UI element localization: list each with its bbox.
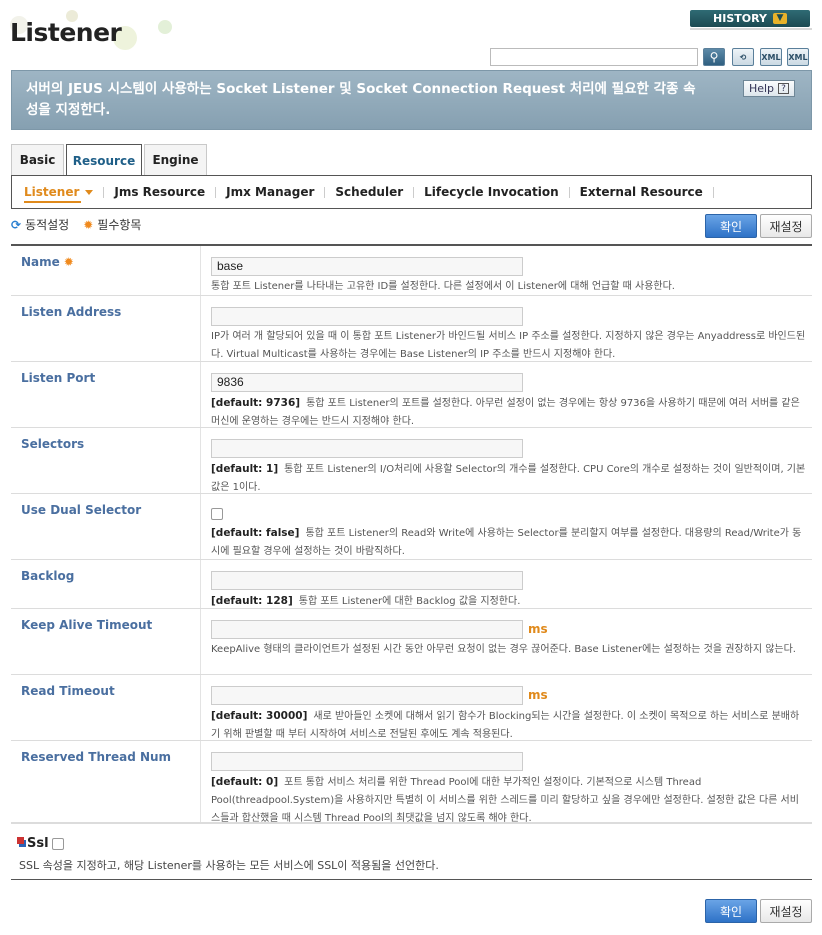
field-description: 통합 포트 Listener의 I/O처리에 사용할 Selector의 개수를… bbox=[211, 463, 806, 493]
required-icon: ✹ bbox=[63, 255, 74, 269]
field-row-selectors: Selectors [default: 1] 통합 포트 Listener의 I/… bbox=[11, 428, 812, 494]
sub-navigation: Listener Jms Resource Jmx Manager Schedu… bbox=[11, 175, 812, 209]
field-description: 통합 포트 Listener의 Read와 Write에 사용하는 Select… bbox=[211, 528, 802, 557]
subnav-lifecycle-invocation[interactable]: Lifecycle Invocation bbox=[424, 185, 559, 199]
xml-export-button[interactable]: XML bbox=[760, 48, 782, 66]
history-label: HISTORY bbox=[713, 12, 767, 25]
caret-down-icon bbox=[85, 190, 94, 195]
legend-required: 필수항목 bbox=[97, 218, 142, 232]
reset-button-top[interactable]: 재설정 bbox=[760, 214, 812, 238]
field-row-listen-port: Listen Port [default: 9736]통합 포트 Listene… bbox=[11, 362, 812, 428]
page-title: Listener bbox=[10, 18, 122, 47]
default-value: [default: 9736] bbox=[211, 396, 301, 409]
search-icon: ⚲ bbox=[709, 50, 719, 64]
field-label: Listen Address bbox=[11, 296, 200, 361]
field-description: IP가 여러 개 할당되어 있을 때 이 통합 포트 Listener가 바인드… bbox=[211, 330, 806, 360]
decor-circle bbox=[158, 20, 172, 34]
help-label: Help bbox=[748, 82, 775, 95]
ssl-section: Ssl SSL 속성을 지정하고, 해당 Listener를 사용하는 모든 서… bbox=[11, 823, 812, 880]
reset-button-bottom[interactable]: 재설정 bbox=[760, 899, 812, 923]
listen-port-field[interactable] bbox=[211, 372, 523, 392]
listen-address-field[interactable] bbox=[211, 306, 523, 326]
field-row-use-dual-selector: Use Dual Selector [default: false] 통합 포트 … bbox=[11, 494, 812, 560]
history-button[interactable]: HISTORY ▼ bbox=[690, 10, 810, 27]
keep-alive-timeout-field[interactable] bbox=[211, 619, 523, 639]
use-dual-selector-checkbox[interactable] bbox=[211, 507, 223, 520]
divider bbox=[568, 186, 570, 198]
field-description: KeepAlive 형태의 클라이언트가 설정된 시간 동안 아무런 요청이 없… bbox=[211, 643, 796, 655]
unit-label: ms bbox=[528, 688, 548, 702]
xml-icon: XML bbox=[788, 52, 808, 62]
ssl-checkbox[interactable] bbox=[51, 837, 64, 850]
help-button[interactable]: Help ? bbox=[743, 80, 795, 97]
search-input[interactable] bbox=[490, 48, 698, 66]
required-icon: ✹ bbox=[83, 217, 94, 232]
chevron-down-icon: ▼ bbox=[772, 13, 787, 24]
field-label: Selectors bbox=[11, 428, 200, 493]
field-row-read-timeout: Read Timeout ms [default: 30000] 새로 받아들인 … bbox=[11, 675, 812, 741]
divider bbox=[324, 186, 326, 198]
search-button[interactable]: ⚲ bbox=[703, 48, 725, 66]
field-row-reserved-thread-num: Reserved Thread Num [default: 0] 포트 통합 서비… bbox=[11, 741, 812, 824]
field-row-backlog: Backlog [default: 128] 통합 포트 Listener에 대한… bbox=[11, 560, 812, 609]
divider bbox=[413, 186, 415, 198]
subnav-jms-resource[interactable]: Jms Resource bbox=[114, 185, 205, 199]
field-label: Name ✹ bbox=[11, 246, 200, 295]
dynamic-setting-icon: ⟳ bbox=[11, 217, 22, 232]
subnav-jmx-manager[interactable]: Jmx Manager bbox=[226, 185, 314, 199]
reserved-thread-num-field[interactable] bbox=[211, 751, 523, 771]
field-description: 통합 포트 Listener에 대한 Backlog 값을 지정한다. bbox=[298, 595, 521, 607]
divider bbox=[103, 186, 105, 198]
legend-dynamic: 동적설정 bbox=[25, 218, 70, 232]
divider bbox=[215, 186, 217, 198]
default-value: [default: false] bbox=[211, 527, 300, 539]
active-underline bbox=[24, 201, 81, 203]
backlog-field[interactable] bbox=[211, 570, 523, 590]
selectors-field[interactable] bbox=[211, 438, 523, 458]
subnav-listener[interactable]: Listener bbox=[24, 185, 94, 199]
tab-resource[interactable]: Resource bbox=[66, 144, 142, 176]
divider bbox=[712, 186, 714, 198]
ssl-title: Ssl bbox=[17, 836, 64, 851]
field-label: Reserved Thread Num bbox=[11, 741, 200, 822]
default-value: [default: 1] bbox=[211, 462, 279, 475]
confirm-button-bottom[interactable]: 확인 bbox=[705, 899, 757, 923]
main-tabs: Basic Resource Engine bbox=[11, 144, 209, 176]
subnav-scheduler[interactable]: Scheduler bbox=[335, 185, 403, 199]
xml-import-button[interactable]: XML bbox=[787, 48, 809, 66]
banner-text: 서버의 JEUS 시스템이 사용하는 Socket Listener 및 Soc… bbox=[26, 81, 696, 118]
field-label: Backlog bbox=[11, 560, 200, 608]
tab-engine[interactable]: Engine bbox=[144, 144, 207, 175]
refresh-button[interactable]: ⟲ bbox=[732, 48, 754, 66]
subnav-external-resource[interactable]: External Resource bbox=[580, 185, 703, 199]
field-row-keep-alive-timeout: Keep Alive Timeout ms KeepAlive 형태의 클라이언… bbox=[11, 609, 812, 675]
read-timeout-field[interactable] bbox=[211, 685, 523, 705]
default-value: [default: 30000] bbox=[211, 709, 308, 722]
default-value: [default: 0] bbox=[211, 775, 279, 788]
field-label: Use Dual Selector bbox=[11, 494, 200, 559]
ssl-label: Ssl bbox=[27, 836, 49, 851]
question-icon: ? bbox=[778, 83, 790, 94]
unit-label: ms bbox=[528, 622, 548, 636]
ssl-description: SSL 속성을 지정하고, 해당 Listener를 사용하는 모든 서비스에 … bbox=[19, 859, 439, 872]
field-label: Read Timeout bbox=[11, 675, 200, 740]
field-description: 포트 통합 서비스 처리를 위한 Thread Pool에 대한 부가적인 설정… bbox=[211, 776, 799, 824]
refresh-icon: ⟲ bbox=[739, 52, 747, 62]
legend: ⟳ 동적설정 ✹ 필수항목 bbox=[11, 216, 141, 233]
confirm-button-top[interactable]: 확인 bbox=[705, 214, 757, 238]
default-value: [default: 128] bbox=[211, 594, 293, 607]
listener-form: Name✹ 통합 포트 Listener를 나타내는 고유한 ID를 설정한다.… bbox=[11, 244, 812, 824]
field-label: Listen Port bbox=[11, 362, 200, 427]
section-marker-icon bbox=[17, 837, 24, 844]
divider bbox=[690, 28, 812, 30]
description-banner: 서버의 JEUS 시스템이 사용하는 Socket Listener 및 Soc… bbox=[11, 70, 812, 130]
name-field[interactable] bbox=[211, 256, 523, 276]
xml-icon: XML bbox=[761, 52, 781, 62]
tab-basic[interactable]: Basic bbox=[11, 144, 64, 175]
field-label: Keep Alive Timeout bbox=[11, 609, 200, 674]
field-row-name: Name✹ 통합 포트 Listener를 나타내는 고유한 ID를 설정한다.… bbox=[11, 246, 812, 296]
field-description: 통합 포트 Listener를 나타내는 고유한 ID를 설정한다. 다른 설정… bbox=[211, 280, 675, 292]
field-row-listen-address: Listen Address IP가 여러 개 할당되어 있을 때 이 통합 포… bbox=[11, 296, 812, 362]
